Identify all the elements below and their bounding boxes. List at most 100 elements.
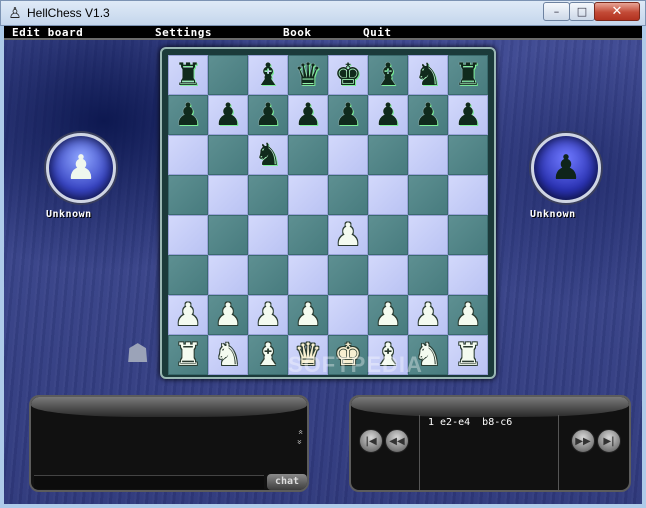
square-h7[interactable]: ♟ [448, 95, 488, 135]
square-b4[interactable] [208, 215, 248, 255]
square-f4[interactable] [368, 215, 408, 255]
square-e4[interactable]: ♟ [328, 215, 368, 255]
square-d6[interactable] [288, 135, 328, 175]
black-bishop-icon[interactable]: ♝ [374, 55, 402, 95]
square-a5[interactable] [168, 175, 208, 215]
square-c2[interactable]: ♟ [248, 295, 288, 335]
black-queen-icon[interactable]: ♛ [294, 55, 322, 95]
white-pawn-icon[interactable]: ♟ [334, 215, 362, 255]
square-d4[interactable] [288, 215, 328, 255]
square-c8[interactable]: ♝ [248, 55, 288, 95]
last-move-button[interactable]: ▶| [597, 429, 621, 453]
menu-book[interactable]: Book [283, 26, 312, 39]
square-a7[interactable]: ♟ [168, 95, 208, 135]
chess-board[interactable]: ♜ ♝ ♛ ♚ ♝ ♞ ♜ ♟ ♟ ♟ ♟ ♟ ♟ ♟ ♟ ♞ ♟ ♟ ♟ ♟ ♟ ♟ ♟ ♟ ♜ ♞ ♝ ♛ ♚ ♝ ♞ ♜ [168, 55, 488, 375]
square-g7[interactable]: ♟ [408, 95, 448, 135]
square-f3[interactable] [368, 255, 408, 295]
square-b7[interactable]: ♟ [208, 95, 248, 135]
black-pawn-icon[interactable]: ♟ [334, 95, 362, 135]
black-pawn-icon[interactable]: ♟ [454, 95, 482, 135]
square-h1[interactable]: ♜ [448, 335, 488, 375]
maximize-button[interactable]: □ [569, 2, 595, 21]
square-f6[interactable] [368, 135, 408, 175]
square-e3[interactable] [328, 255, 368, 295]
square-a4[interactable] [168, 215, 208, 255]
square-h5[interactable] [448, 175, 488, 215]
square-h3[interactable] [448, 255, 488, 295]
square-e7[interactable]: ♟ [328, 95, 368, 135]
chat-input[interactable] [34, 475, 264, 489]
square-d7[interactable]: ♟ [288, 95, 328, 135]
black-player-avatar[interactable]: ♟ [531, 133, 601, 203]
square-d3[interactable] [288, 255, 328, 295]
white-pawn-icon[interactable]: ♟ [454, 295, 482, 335]
square-b3[interactable] [208, 255, 248, 295]
square-e5[interactable] [328, 175, 368, 215]
black-rook-icon[interactable]: ♜ [174, 55, 202, 95]
close-button[interactable]: ✕ [594, 2, 640, 21]
square-c3[interactable] [248, 255, 288, 295]
square-e8[interactable]: ♚ [328, 55, 368, 95]
square-b1[interactable]: ♞ [208, 335, 248, 375]
minimize-button[interactable]: – [543, 2, 570, 21]
square-g4[interactable] [408, 215, 448, 255]
square-a2[interactable]: ♟ [168, 295, 208, 335]
square-g5[interactable] [408, 175, 448, 215]
square-c5[interactable] [248, 175, 288, 215]
square-h2[interactable]: ♟ [448, 295, 488, 335]
square-g3[interactable] [408, 255, 448, 295]
black-rook-icon[interactable]: ♜ [454, 55, 482, 95]
black-pawn-icon[interactable]: ♟ [254, 95, 282, 135]
black-king-icon[interactable]: ♚ [334, 55, 362, 95]
square-c6[interactable]: ♞ [248, 135, 288, 175]
prev-move-button[interactable]: ◀◀ [385, 429, 409, 453]
white-player-avatar[interactable]: ♟ [46, 133, 116, 203]
white-pawn-icon[interactable]: ♟ [294, 295, 322, 335]
square-d5[interactable] [288, 175, 328, 215]
square-h6[interactable] [448, 135, 488, 175]
square-g2[interactable]: ♟ [408, 295, 448, 335]
square-f7[interactable]: ♟ [368, 95, 408, 135]
white-knight-icon[interactable]: ♞ [214, 335, 242, 375]
square-f8[interactable]: ♝ [368, 55, 408, 95]
square-g8[interactable]: ♞ [408, 55, 448, 95]
square-f2[interactable]: ♟ [368, 295, 408, 335]
square-h4[interactable] [448, 215, 488, 255]
square-b2[interactable]: ♟ [208, 295, 248, 335]
black-pawn-icon[interactable]: ♟ [294, 95, 322, 135]
square-d8[interactable]: ♛ [288, 55, 328, 95]
white-pawn-icon[interactable]: ♟ [174, 295, 202, 335]
square-c1[interactable]: ♝ [248, 335, 288, 375]
white-rook-icon[interactable]: ♜ [454, 335, 482, 375]
square-a1[interactable]: ♜ [168, 335, 208, 375]
square-h8[interactable]: ♜ [448, 55, 488, 95]
square-b8[interactable] [208, 55, 248, 95]
black-knight-icon[interactable]: ♞ [414, 55, 442, 95]
black-pawn-icon[interactable]: ♟ [414, 95, 442, 135]
menu-edit-board[interactable]: Edit board [12, 26, 83, 39]
square-e2[interactable] [328, 295, 368, 335]
black-bishop-icon[interactable]: ♝ [254, 55, 282, 95]
square-c7[interactable]: ♟ [248, 95, 288, 135]
menu-quit[interactable]: Quit [363, 26, 392, 39]
square-d2[interactable]: ♟ [288, 295, 328, 335]
square-a8[interactable]: ♜ [168, 55, 208, 95]
black-pawn-icon[interactable]: ♟ [174, 95, 202, 135]
chat-scroll-icon[interactable]: « « [295, 427, 305, 447]
square-g6[interactable] [408, 135, 448, 175]
square-b6[interactable] [208, 135, 248, 175]
white-pawn-icon[interactable]: ♟ [254, 295, 282, 335]
square-a3[interactable] [168, 255, 208, 295]
menu-settings[interactable]: Settings [155, 26, 212, 39]
white-bishop-icon[interactable]: ♝ [254, 335, 282, 375]
square-e6[interactable] [328, 135, 368, 175]
square-b5[interactable] [208, 175, 248, 215]
first-move-button[interactable]: |◀ [359, 429, 383, 453]
white-pawn-icon[interactable]: ♟ [214, 295, 242, 335]
black-pawn-icon[interactable]: ♟ [374, 95, 402, 135]
square-f5[interactable] [368, 175, 408, 215]
white-rook-icon[interactable]: ♜ [174, 335, 202, 375]
chat-button[interactable]: chat [267, 474, 307, 490]
next-move-button[interactable]: ▶▶ [571, 429, 595, 453]
black-knight-icon[interactable]: ♞ [254, 135, 282, 175]
